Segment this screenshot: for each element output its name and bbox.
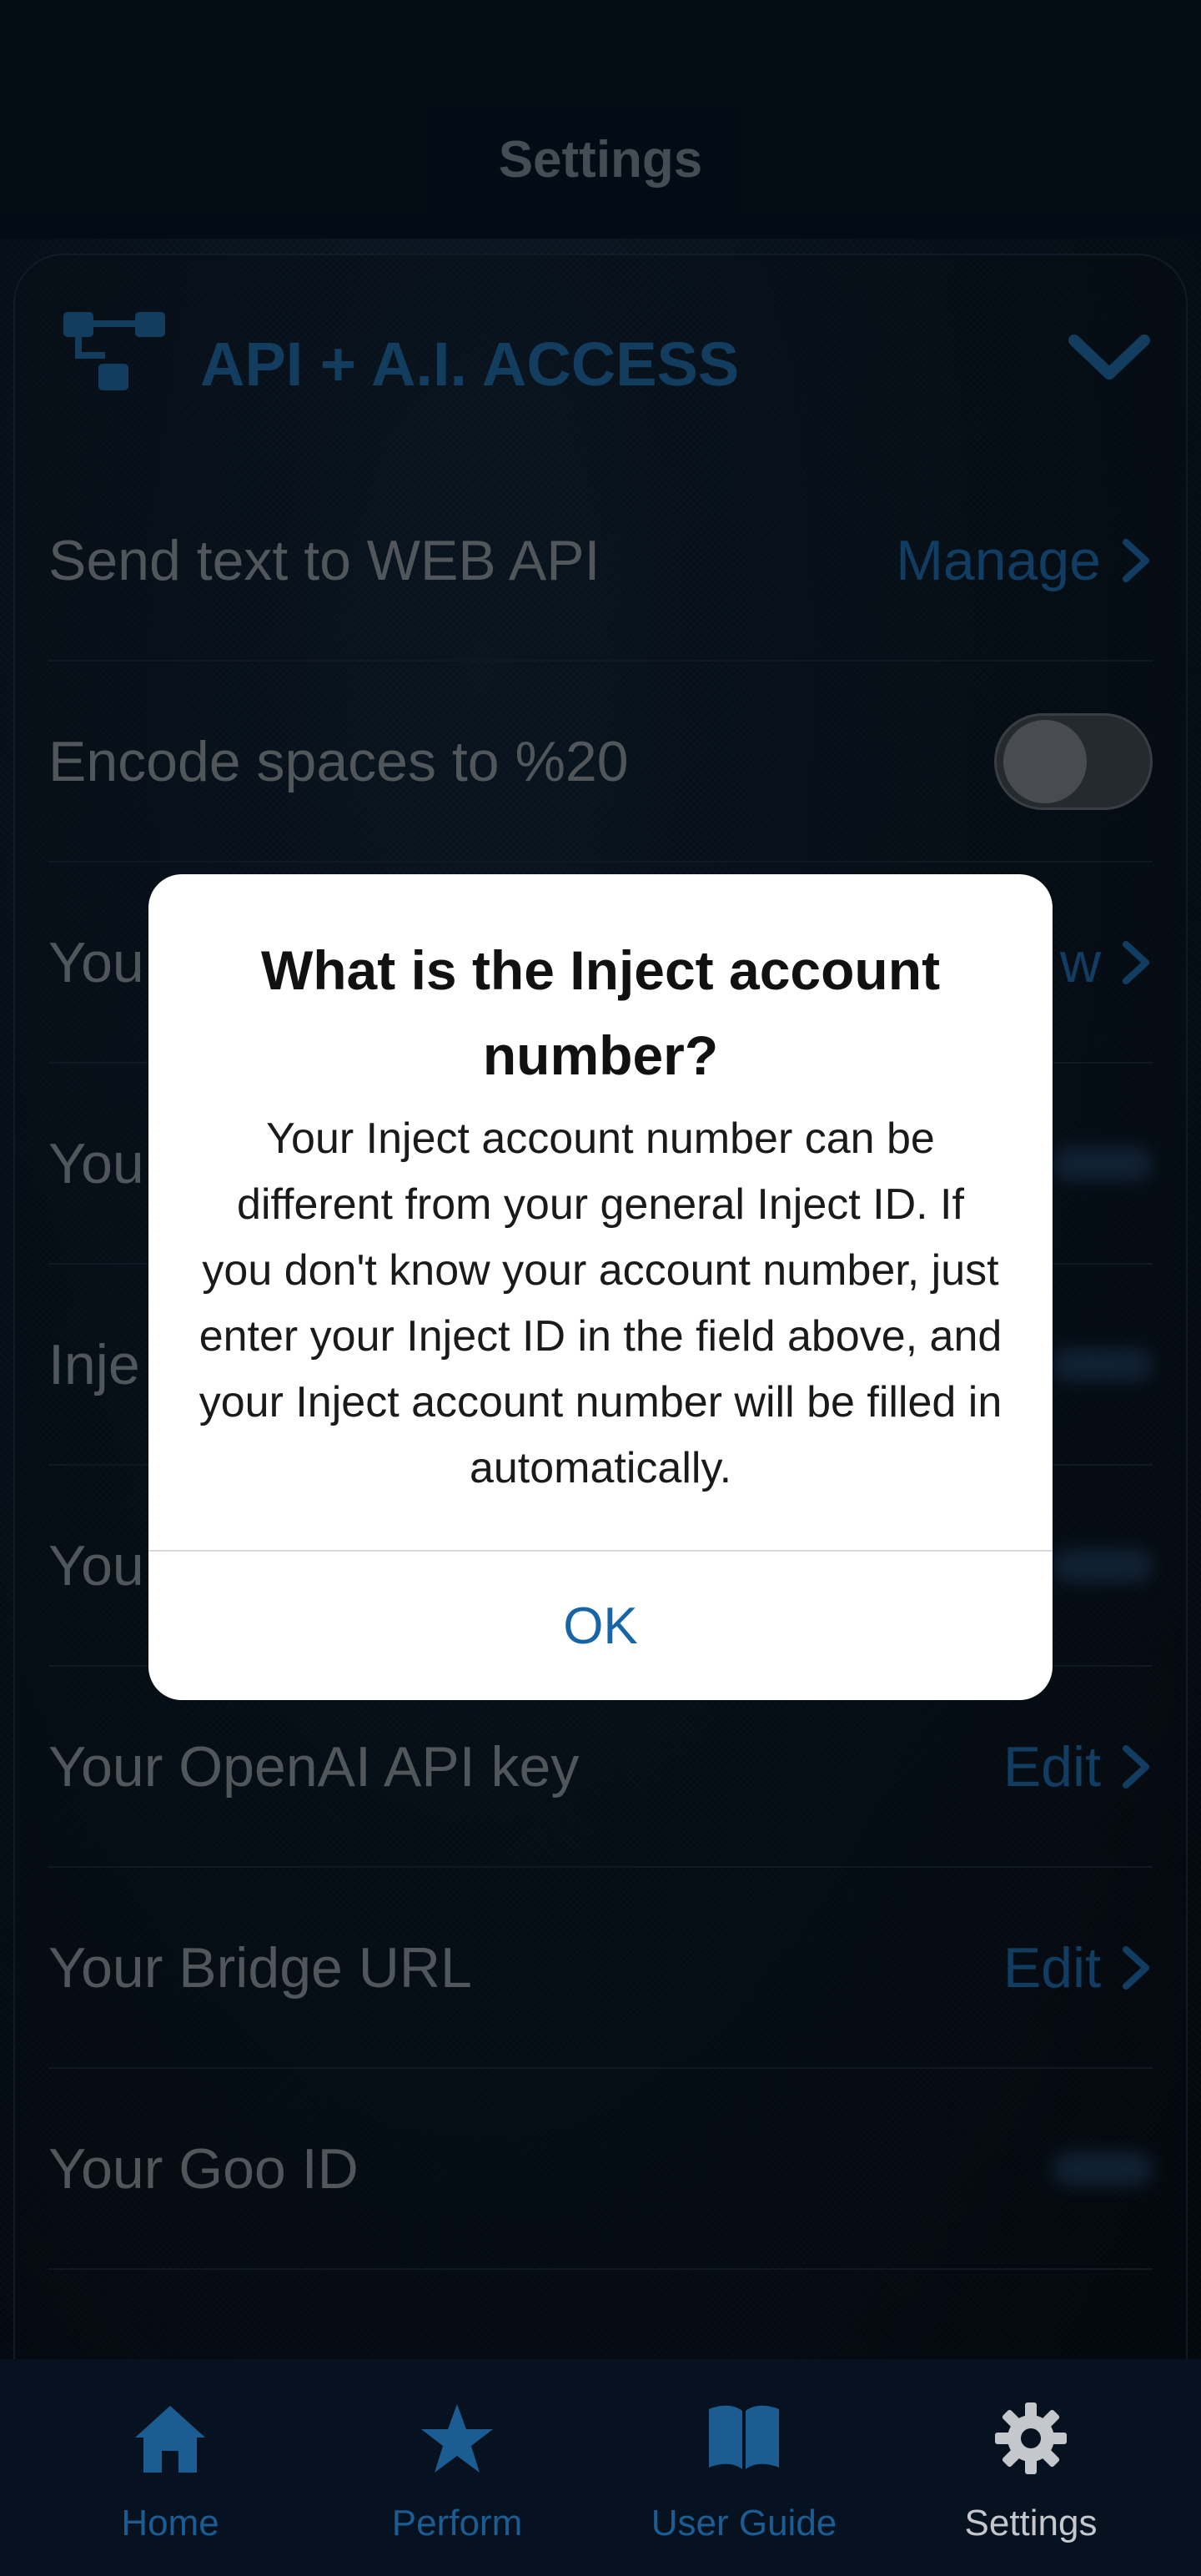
star-icon [421, 2404, 493, 2473]
nav-user-guide[interactable]: User Guide [602, 2359, 886, 2576]
nav-settings[interactable]: Settings [889, 2359, 1173, 2576]
nav-perform[interactable]: Perform [315, 2359, 599, 2576]
home-icon [135, 2406, 205, 2473]
nav-label: Home [121, 2503, 219, 2543]
info-dialog: What is the Inject account number? Your … [148, 874, 1053, 1700]
dialog-message: Your Inject account number can be differ… [198, 1114, 1003, 1492]
nav-home[interactable]: Home [28, 2359, 312, 2576]
book-icon [709, 2405, 779, 2469]
dialog-title: What is the Inject account number? [260, 939, 941, 1086]
nav-label: Perform [391, 2503, 523, 2543]
gear-icon [995, 2402, 1067, 2474]
ok-button[interactable]: OK [148, 1552, 1053, 1700]
bottom-nav: Home Perform User Guide Settings [0, 2359, 1201, 2576]
nav-label: User Guide [651, 2503, 837, 2543]
nav-label: Settings [964, 2503, 1098, 2543]
